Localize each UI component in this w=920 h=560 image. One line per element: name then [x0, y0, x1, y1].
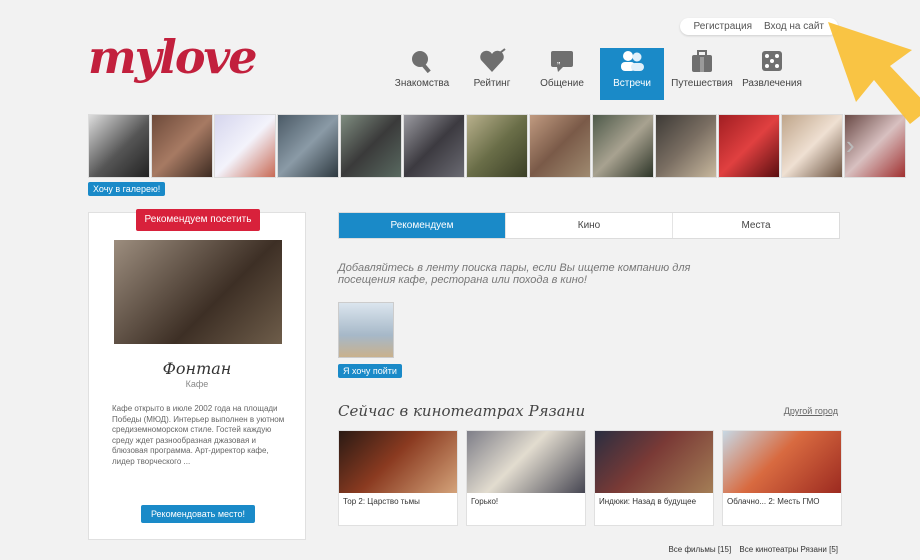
page: Регистрация Вход на сайт mylove Знакомст…	[0, 0, 920, 560]
intro-text: Добавляйтесь в ленту поиска пары, если В…	[338, 262, 691, 286]
movie-card[interactable]: Горько!	[466, 430, 586, 526]
all-cinemas-link[interactable]: Все кинотеатры Рязани [5]	[739, 545, 838, 554]
user-avatar[interactable]	[338, 302, 394, 358]
join-gallery-button[interactable]: Хочу в галерею!	[88, 182, 166, 196]
movie-list: Тор 2: Царство тьмы Горько! Индюки: Наза…	[338, 430, 842, 526]
movie-poster[interactable]	[723, 431, 841, 493]
nav-item-rating[interactable]: Рейтинг	[460, 48, 524, 100]
dice-icon	[755, 48, 789, 74]
nav-label: Встречи	[613, 78, 651, 89]
gallery-photo[interactable]	[340, 114, 402, 178]
movie-title[interactable]: Горько!	[467, 493, 585, 510]
venue-description: Кафе открыто в июле 2002 года на площади…	[112, 404, 285, 466]
movie-card[interactable]: Облачно... 2: Месть ГМО	[722, 430, 842, 526]
all-movies-link[interactable]: Все фильмы [15]	[668, 545, 731, 554]
nav-item-chat[interactable]: „ Общение	[530, 48, 594, 100]
other-city-link[interactable]: Другой город	[784, 406, 838, 416]
nav-label: Знакомства	[394, 78, 450, 89]
venue-card: Рекомендуем посетить Фонтан Кафе Кафе от…	[88, 209, 306, 540]
chat-icon: „	[545, 48, 579, 74]
movie-poster[interactable]	[339, 431, 457, 493]
suitcase-icon	[685, 48, 719, 74]
nav-label: Общение	[540, 78, 584, 89]
recommend-place-button[interactable]: Рекомендовать место!	[141, 505, 255, 523]
want-to-go-button[interactable]: Я хочу пойти	[338, 364, 402, 378]
gallery-photo[interactable]	[88, 114, 150, 178]
pointer-arrow-icon	[828, 22, 920, 124]
venue-type: Кафе	[185, 379, 209, 389]
login-link[interactable]: Вход на сайт	[758, 20, 830, 33]
movie-title[interactable]: Облачно... 2: Месть ГМО	[723, 493, 841, 510]
main-nav: Знакомства Рейтинг „ Общение Встречи Пут…	[390, 48, 810, 100]
register-link[interactable]: Регистрация	[688, 20, 758, 33]
movie-card[interactable]: Тор 2: Царство тьмы	[338, 430, 458, 526]
search-heart-icon	[405, 48, 439, 74]
gallery-photo[interactable]	[403, 114, 465, 178]
brand-logo[interactable]: mylove	[88, 30, 258, 84]
gallery-photo[interactable]	[529, 114, 591, 178]
venue-photo[interactable]	[114, 240, 282, 344]
movie-poster[interactable]	[467, 431, 585, 493]
gallery-photo[interactable]	[214, 114, 276, 178]
tab-places[interactable]: Места	[673, 213, 839, 238]
nav-item-travel[interactable]: Путешествия	[670, 48, 734, 100]
tab-cinema[interactable]: Кино	[506, 213, 673, 238]
section-title: Сейчас в кинотеатрах Рязани	[338, 402, 586, 420]
nav-label: Развлечения	[742, 78, 802, 89]
movie-title[interactable]: Тор 2: Царство тьмы	[339, 493, 457, 510]
account-links: Регистрация Вход на сайт	[679, 18, 838, 35]
nav-label: Путешествия	[671, 78, 733, 89]
nav-label: Рейтинг	[473, 78, 511, 89]
nav-item-fun[interactable]: Развлечения	[740, 48, 804, 100]
gallery-photo[interactable]	[718, 114, 780, 178]
footer-links: Все фильмы [15] Все кинотеатры Рязани [5…	[662, 545, 838, 554]
movie-title[interactable]: Индюки: Назад в будущее	[595, 493, 713, 510]
gallery-photo[interactable]	[592, 114, 654, 178]
movie-card[interactable]: Индюки: Назад в будущее	[594, 430, 714, 526]
svg-text:„: „	[557, 55, 560, 66]
gallery-photo[interactable]	[466, 114, 528, 178]
nav-item-meetings[interactable]: Встречи	[600, 48, 664, 100]
people-icon	[615, 48, 649, 74]
photo-gallery	[88, 114, 906, 178]
gallery-next-arrow-icon[interactable]: ›	[846, 130, 855, 161]
recommended-badge: Рекомендуем посетить	[136, 209, 260, 231]
movie-poster[interactable]	[595, 431, 713, 493]
content-tabs: Рекомендуем Кино Места	[338, 212, 840, 239]
heart-arrow-icon	[475, 48, 509, 74]
nav-item-dating[interactable]: Знакомства	[390, 48, 454, 100]
gallery-photo[interactable]	[277, 114, 339, 178]
tab-recommended[interactable]: Рекомендуем	[339, 213, 506, 238]
gallery-photo[interactable]	[655, 114, 717, 178]
gallery-photo[interactable]	[151, 114, 213, 178]
venue-title[interactable]: Фонтан	[89, 359, 305, 378]
